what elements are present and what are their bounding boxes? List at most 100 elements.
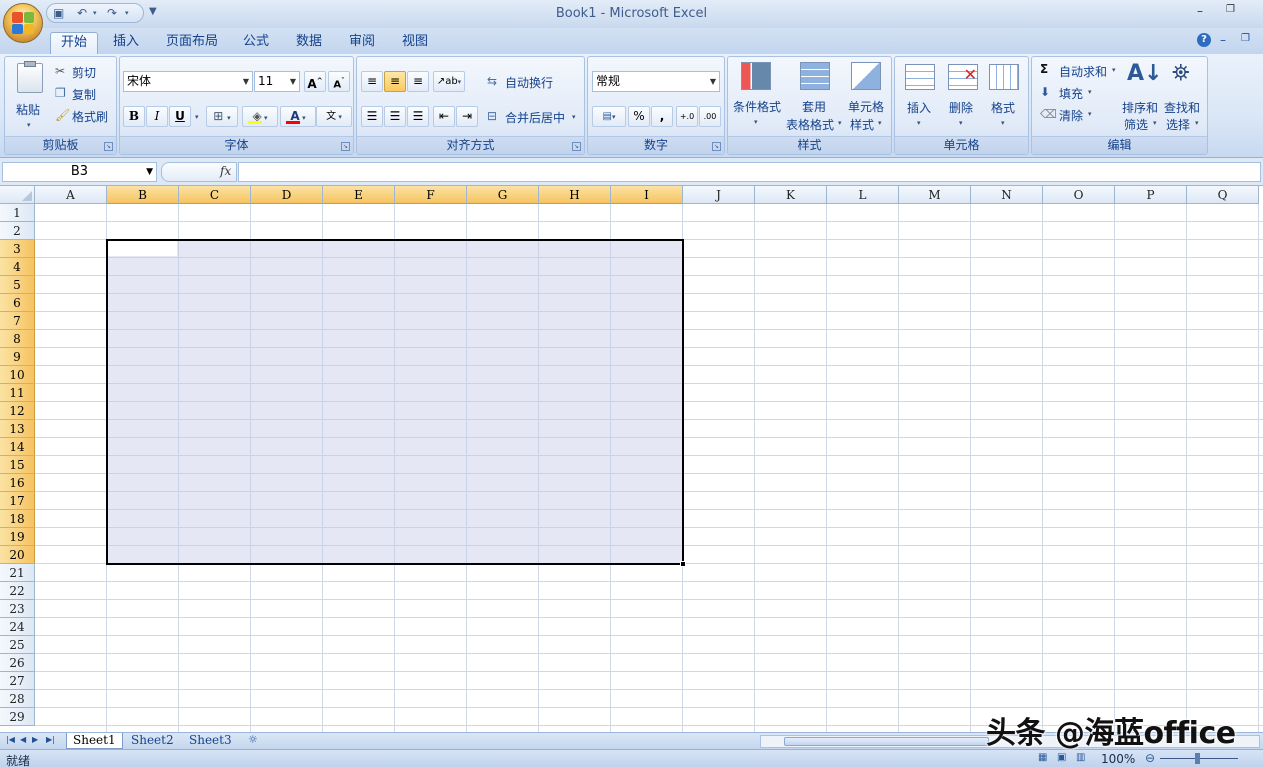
cell-styles-label-1[interactable]: 单元格 [848,98,884,115]
column-header-C[interactable]: C [179,186,251,204]
fill-handle[interactable] [680,561,686,567]
row-header-7[interactable]: 7 [0,312,35,330]
column-header-L[interactable]: L [827,186,899,204]
sort-filter-icon[interactable]: A↓ [1127,61,1162,86]
row-header-14[interactable]: 14 [0,438,35,456]
tab-review[interactable]: 审阅 [339,32,385,54]
conditional-dropdown-icon[interactable]: ▾ [754,118,758,126]
row-header-15[interactable]: 15 [0,456,35,474]
formula-input[interactable] [238,162,1261,182]
zoom-out-icon[interactable]: ⊖ [1145,751,1155,765]
shrink-font-icon[interactable]: Aˇ [328,71,350,92]
column-header-I[interactable]: I [611,186,683,204]
last-sheet-icon[interactable]: ▶| [46,735,55,744]
column-header-N[interactable]: N [971,186,1043,204]
paste-dropdown-icon[interactable]: ▾ [27,121,31,129]
phonetic-icon[interactable]: 文 ▾ [316,106,352,127]
row-header-16[interactable]: 16 [0,474,35,492]
cell-styles-icon[interactable] [851,62,881,90]
row-header-18[interactable]: 18 [0,510,35,528]
percent-style-button[interactable]: % [628,106,650,127]
clipboard-launcher-icon[interactable]: ↘ [104,142,113,151]
format-table-label-2[interactable]: 表格格式 [786,116,834,133]
row-header-2[interactable]: 2 [0,222,35,240]
font-color-icon[interactable]: A ▾ [280,106,316,127]
increase-decimal-icon[interactable]: +.0 [676,106,698,127]
row-header-26[interactable]: 26 [0,654,35,672]
row-header-21[interactable]: 21 [0,564,35,582]
orientation-icon[interactable]: ↗ab▾ [433,71,465,92]
fill-color-icon[interactable]: ◈ ▾ [242,106,278,127]
underline-dropdown-icon[interactable]: ▾ [195,113,199,121]
decrease-indent-icon[interactable]: ⇤ [433,106,455,127]
find-select-label-2[interactable]: 选择 [1166,116,1190,133]
format-cells-button[interactable]: 格式 [991,99,1015,116]
wrap-text-button[interactable]: 自动换行 [505,74,553,91]
font-launcher-icon[interactable]: ↘ [341,142,350,151]
delete-cells-icon[interactable]: ✕ [948,64,978,90]
align-center-icon[interactable]: ☰ [384,106,406,127]
help-icon[interactable]: ? [1197,33,1211,47]
sheet-tab-2[interactable]: Sheet2 [125,733,180,749]
zoom-level[interactable]: 100% [1101,752,1135,766]
column-header-A[interactable]: A [35,186,107,204]
column-header-K[interactable]: K [755,186,827,204]
row-header-9[interactable]: 9 [0,348,35,366]
sort-filter-label-1[interactable]: 排序和 [1122,99,1158,116]
workbook-restore-icon[interactable]: ❐ [1241,33,1250,44]
page-layout-view-icon[interactable]: ▣ [1057,752,1066,763]
tab-formulas[interactable]: 公式 [233,32,279,54]
increase-indent-icon[interactable]: ⇥ [456,106,478,127]
binoculars-icon[interactable]: ⛯ [1172,61,1190,86]
row-header-3[interactable]: 3 [0,240,35,258]
number-launcher-icon[interactable]: ↘ [712,142,721,151]
borders-icon[interactable]: ⊞ ▾ [206,106,238,127]
align-top-icon[interactable]: ≡ [361,71,383,92]
autosum-dropdown-icon[interactable]: ▾ [1112,66,1116,74]
column-header-D[interactable]: D [251,186,323,204]
tab-insert[interactable]: 插入 [103,32,149,54]
tab-home[interactable]: 开始 [50,32,99,54]
prev-sheet-icon[interactable]: ◀ [20,735,26,744]
tab-view[interactable]: 视图 [392,32,438,54]
row-header-17[interactable]: 17 [0,492,35,510]
align-right-icon[interactable]: ☰ [407,106,429,127]
row-header-19[interactable]: 19 [0,528,35,546]
column-header-E[interactable]: E [323,186,395,204]
delete-dropdown-icon[interactable]: ▾ [959,119,963,127]
italic-button[interactable]: I [146,106,168,127]
align-left-icon[interactable]: ☰ [361,106,383,127]
number-format-combo[interactable]: 常规 ▼ [592,71,720,92]
merge-center-button[interactable]: 合并后居中 [505,109,565,126]
grow-font-icon[interactable]: A^ [304,71,326,92]
row-header-1[interactable]: 1 [0,204,35,222]
paste-icon[interactable] [17,61,43,93]
cell-styles-label-2[interactable]: 样式 [850,116,874,133]
row-header-10[interactable]: 10 [0,366,35,384]
row-header-28[interactable]: 28 [0,690,35,708]
merge-dropdown-icon[interactable]: ▾ [572,113,576,121]
format-painter-button[interactable]: 格式刷 [72,108,108,125]
comma-style-button[interactable]: , [651,106,673,127]
align-bottom-icon[interactable]: ≡ [407,71,429,92]
fill-dropdown-icon[interactable]: ▾ [1088,88,1092,96]
row-header-13[interactable]: 13 [0,420,35,438]
row-header-22[interactable]: 22 [0,582,35,600]
decrease-decimal-icon[interactable]: .00 [699,106,721,127]
worksheet-grid[interactable]: ABCDEFGHIJKLMNOPQ 1 2 3 4 5 6 7 8 9 10 11 12 13 14 15 1… [0,186,1263,732]
column-header-F[interactable]: F [395,186,467,204]
row-header-24[interactable]: 24 [0,618,35,636]
row-header-27[interactable]: 27 [0,672,35,690]
bold-button[interactable]: B [123,106,145,127]
insert-sheet-icon[interactable]: ☼ [248,733,258,746]
office-button[interactable] [3,3,43,43]
fill-button[interactable]: 填充 [1059,85,1083,102]
restore-icon[interactable]: ❐ [1226,4,1235,15]
underline-button[interactable]: U [169,106,191,127]
selection-range[interactable] [106,239,684,565]
align-middle-icon[interactable]: ≡ [384,71,406,92]
format-as-table-icon[interactable] [800,62,830,90]
tab-page-layout[interactable]: 页面布局 [156,32,228,54]
page-break-view-icon[interactable]: ▥ [1076,752,1085,763]
select-all-button[interactable] [0,186,35,204]
